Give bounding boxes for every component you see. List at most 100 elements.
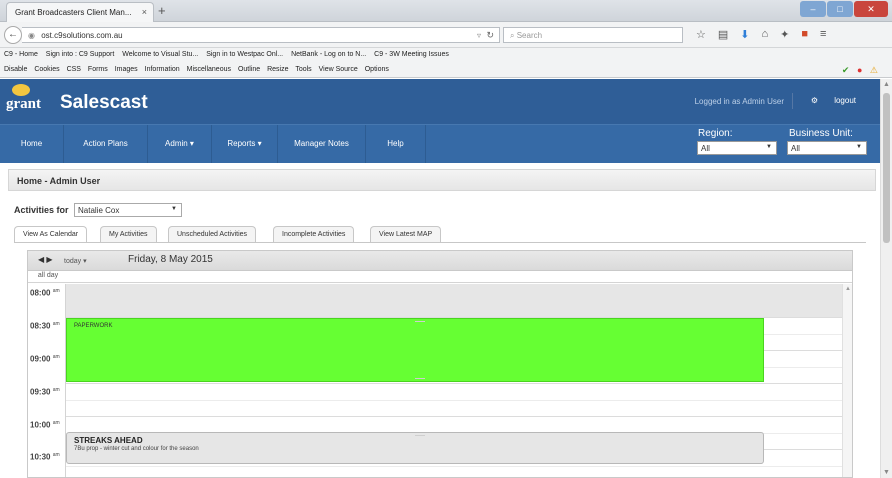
calendar-event-streaks-ahead[interactable]: STREAKS AHEAD 7Bu prop - winter cut and …: [66, 432, 764, 464]
nav-manager-notes[interactable]: Manager Notes: [278, 125, 366, 163]
region-label: Region:: [698, 128, 733, 139]
event-drag-handle[interactable]: [415, 435, 425, 436]
calendar-scrollbar[interactable]: ▲: [842, 284, 852, 477]
time-slot-label: 10:30 am: [30, 452, 60, 462]
minimize-icon[interactable]: –: [800, 1, 826, 17]
scroll-down-icon[interactable]: ▼: [883, 469, 890, 476]
url-text: ost.c9solutions.com.au: [41, 31, 123, 40]
logged-in-text: Logged in as Admin User: [694, 97, 784, 106]
nav-home[interactable]: Home: [0, 125, 64, 163]
browser-tab-title: Grant Broadcasters Client Man...: [15, 8, 132, 17]
devbar-item[interactable]: Outline: [238, 66, 260, 73]
logout-icon[interactable]: ⚙: [811, 96, 818, 105]
business-unit-select[interactable]: All ▼: [787, 141, 867, 155]
event-subtitle: 7Bu prop - winter cut and colour for the…: [74, 446, 199, 452]
devbar-item[interactable]: CSS: [67, 66, 81, 73]
status-icons: ✔ ● ⚠: [841, 65, 878, 75]
event-title: STREAKS AHEAD: [74, 436, 143, 445]
app-header: grant Salescast Logged in as Admin User …: [0, 79, 880, 124]
bookmarks-list-icon[interactable]: ▤: [718, 28, 728, 41]
close-tab-icon[interactable]: ×: [142, 7, 147, 17]
url-bar[interactable]: ◉ ost.c9solutions.com.au ▿ ↻: [22, 27, 500, 43]
prev-next-arrows-icon[interactable]: ◀ ▶: [38, 255, 53, 264]
hour-line: [66, 416, 852, 417]
chevron-down-icon: ▼: [766, 144, 772, 150]
browser-navbar: ← ◉ ost.c9solutions.com.au ▿ ↻ ⌕ Search …: [0, 22, 892, 48]
bookmark-star-icon[interactable]: ☆: [696, 28, 706, 41]
new-tab-button[interactable]: +: [158, 3, 166, 18]
scroll-up-icon[interactable]: ▲: [845, 286, 851, 292]
time-slot-label: 09:00 am: [30, 354, 60, 364]
addon-icon-red[interactable]: ■: [801, 28, 808, 41]
header-divider: [792, 93, 793, 109]
bookmark-item[interactable]: NetBank - Log on to N...: [291, 51, 366, 58]
app-page: grant Salescast Logged in as Admin User …: [0, 79, 880, 478]
logo-sun-icon: [12, 84, 30, 96]
time-slot-label: 10:00 am: [30, 420, 60, 430]
tab-underline: [14, 242, 866, 243]
nav-admin[interactable]: Admin ▾: [148, 125, 212, 163]
hour-line: [66, 383, 852, 384]
bookmark-item[interactable]: Welcome to Visual Stu...: [122, 51, 198, 58]
calendar-header: ◀ ▶ today ▾ Friday, 8 May 2015: [28, 251, 852, 271]
scroll-thumb[interactable]: [883, 93, 890, 243]
bookmark-item[interactable]: C9 - 3W Meeting Issues: [374, 51, 449, 58]
search-input[interactable]: ⌕ Search: [503, 27, 683, 43]
devbar-item[interactable]: Tools: [295, 66, 311, 73]
window-close-icon[interactable]: ✕: [854, 1, 888, 17]
page-scrollbar[interactable]: ▲ ▼: [880, 79, 892, 478]
dropdown-icon[interactable]: ▿: [477, 31, 481, 40]
nav-help[interactable]: Help: [366, 125, 426, 163]
calendar-body: 08:00 am 08:30 am 09:00 am 09:30 am 10:0…: [28, 284, 852, 477]
back-arrow-icon[interactable]: ←: [4, 26, 22, 44]
scroll-up-icon[interactable]: ▲: [883, 81, 890, 88]
nav-reports[interactable]: Reports ▾: [212, 125, 278, 163]
calendar-date-title: Friday, 8 May 2015: [128, 254, 213, 265]
bookmark-item[interactable]: C9 - Home: [4, 51, 38, 58]
time-slot-label: 09:30 am: [30, 387, 60, 397]
search-icon: ⌕: [510, 31, 517, 40]
half-hour-line: [66, 466, 852, 467]
bookmark-item[interactable]: Sign in to Westpac Onl...: [206, 51, 283, 58]
devbar-item[interactable]: Resize: [267, 66, 288, 73]
logo-text: grant: [6, 96, 41, 112]
event-drag-handle[interactable]: [415, 321, 425, 322]
bookmark-item[interactable]: Sign into : C9 Support: [46, 51, 115, 58]
calendar-event-paperwork[interactable]: PAPERWORK: [66, 318, 764, 382]
tab-my-activities[interactable]: My Activities: [100, 226, 157, 242]
addon-icon[interactable]: ✦: [780, 28, 789, 41]
event-title: PAPERWORK: [74, 323, 113, 329]
devbar-item[interactable]: Information: [145, 66, 180, 73]
maximize-icon[interactable]: □: [827, 1, 853, 17]
tab-incomplete-activities[interactable]: Incomplete Activities: [273, 226, 355, 242]
devbar-item[interactable]: View Source: [319, 66, 358, 73]
all-day-row[interactable]: [28, 271, 852, 283]
browser-tab[interactable]: Grant Broadcasters Client Man... ×: [6, 2, 154, 22]
tab-unscheduled-activities[interactable]: Unscheduled Activities: [168, 226, 257, 242]
search-placeholder: Search: [516, 31, 543, 40]
devbar-item[interactable]: Disable: [4, 66, 27, 73]
nav-action-plans[interactable]: Action Plans: [64, 125, 148, 163]
tab-view-as-calendar[interactable]: View As Calendar: [14, 226, 88, 243]
download-icon[interactable]: ⬇: [740, 28, 749, 41]
devbar-item[interactable]: Forms: [88, 66, 108, 73]
region-select[interactable]: All ▼: [697, 141, 777, 155]
home-icon[interactable]: ⌂: [762, 28, 769, 41]
window-controls: – □ ✕: [800, 1, 888, 17]
business-unit-label: Business Unit:: [789, 128, 853, 139]
reload-icon[interactable]: ↻: [486, 30, 494, 41]
tab-view-latest-map[interactable]: View Latest MAP: [370, 226, 442, 242]
grant-logo[interactable]: grant: [6, 84, 41, 120]
globe-icon: ◉: [28, 31, 35, 40]
devbar-item[interactable]: Miscellaneous: [187, 66, 231, 73]
devbar-item[interactable]: Options: [365, 66, 389, 73]
devbar-item[interactable]: Images: [115, 66, 138, 73]
menu-icon[interactable]: ≡: [820, 28, 826, 41]
devbar-item[interactable]: Cookies: [34, 66, 59, 73]
logout-link[interactable]: logout: [834, 96, 856, 105]
today-button[interactable]: today ▾: [64, 257, 87, 265]
event-resize-handle[interactable]: [415, 378, 425, 379]
chevron-down-icon: ▼: [856, 144, 862, 150]
activities-user-select[interactable]: Natalie Cox ▼: [74, 203, 182, 217]
web-developer-toolbar: Disable Cookies CSS Forms Images Informa…: [0, 63, 892, 78]
